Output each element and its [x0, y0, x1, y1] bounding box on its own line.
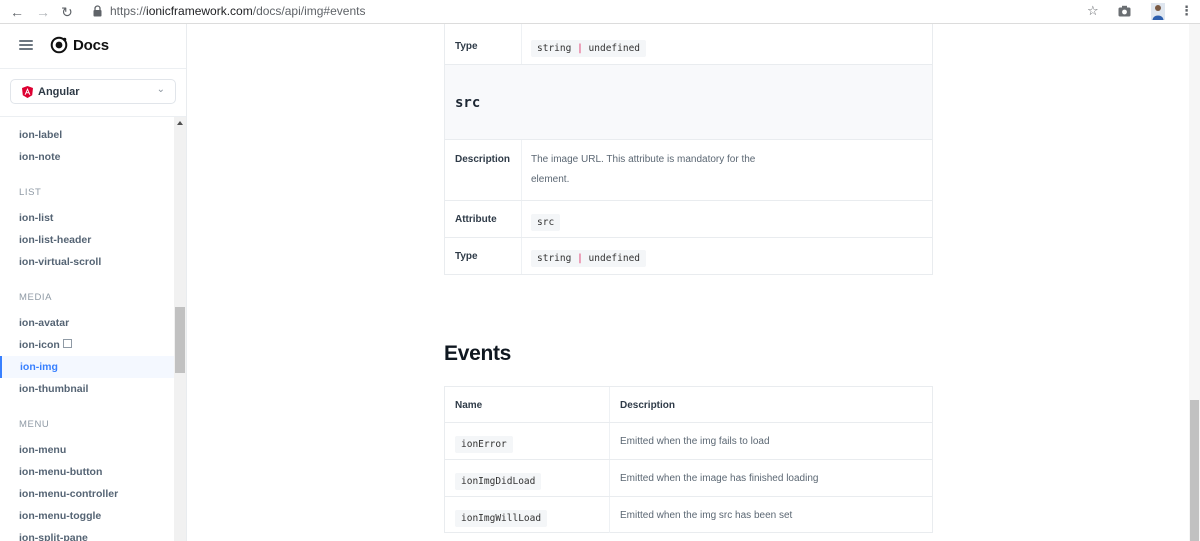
src-type-row: Type string | undefined	[445, 238, 932, 274]
column-separator	[521, 238, 522, 274]
type-label: Type	[455, 251, 478, 262]
description-label: Description	[455, 154, 511, 165]
sidebar-item-ion-virtual-scroll[interactable]: ion-virtual-scroll	[19, 256, 101, 268]
sidebar-item-ion-icon[interactable]: ion-icon	[19, 339, 72, 351]
url-prefix: https://	[110, 4, 147, 18]
sidebar-header: Docs	[0, 24, 186, 69]
event-name-cell: ionError	[455, 434, 513, 453]
event-description: Emitted when the img src has been set	[620, 510, 793, 521]
column-header-description: Description	[620, 400, 676, 411]
url-path: /docs/api/img#events	[252, 4, 366, 18]
reload-icon[interactable]: ↻	[58, 3, 76, 21]
event-name: ionImgDidLoad	[455, 473, 542, 490]
events-heading: Events	[444, 342, 512, 365]
src-property-header: src	[445, 65, 932, 140]
sidebar-item-ion-menu-button[interactable]: ion-menu-button	[19, 466, 102, 478]
property-title-src: src	[455, 95, 481, 111]
sidebar-category-media: MEDIA	[19, 292, 53, 303]
sidebar-item-ion-list[interactable]: ion-list	[19, 212, 53, 224]
event-name: ionImgWillLoad	[455, 510, 548, 527]
column-separator	[609, 423, 610, 459]
column-separator	[609, 387, 610, 422]
sidebar-item-ion-split-pane[interactable]: ion-split-pane	[19, 532, 88, 541]
event-name-cell: ionImgDidLoad	[455, 471, 542, 490]
browser-toolbar: ← → ↻ https://ionicframework.com/docs/ap…	[0, 0, 1200, 24]
event-row: ionError Emitted when the img fails to l…	[445, 423, 932, 460]
event-description: Emitted when the image has finished load…	[620, 473, 819, 484]
events-table-header: Name Description	[445, 387, 932, 423]
sidebar-item-ion-menu[interactable]: ion-menu	[19, 444, 66, 456]
lock-icon	[93, 5, 102, 17]
type-value-b: undefined	[588, 253, 641, 264]
sidebar-category-menu: MENU	[19, 419, 50, 430]
attribute-value: src	[531, 214, 561, 231]
event-name: ionError	[455, 436, 513, 453]
events-table: Name Description ionError Emitted when t…	[444, 386, 933, 533]
sidebar-item-ion-label[interactable]: ion-label	[19, 129, 62, 141]
column-header-name: Name	[455, 400, 483, 411]
address-bar[interactable]: https://ionicframework.com/docs/api/img#…	[110, 4, 365, 18]
prev-type-row: Type string | undefined	[445, 24, 932, 65]
type-code: string | undefined	[531, 248, 647, 267]
sidebar-item-ion-img[interactable]: ion-img	[20, 361, 58, 373]
event-row: ionImgWillLoad Emitted when the img src …	[445, 497, 932, 533]
page-scrollbar-thumb[interactable]	[1190, 400, 1199, 541]
sidebar-item-ion-list-header[interactable]: ion-list-header	[19, 234, 91, 246]
column-separator	[609, 497, 610, 533]
sidebar-item-ion-icon-label: ion-icon	[19, 339, 60, 351]
column-separator	[521, 201, 522, 237]
back-arrow-icon[interactable]: ←	[8, 3, 26, 21]
column-separator	[609, 460, 610, 496]
scroll-up-arrow-icon[interactable]	[177, 121, 183, 125]
sidebar-item-ion-avatar[interactable]: ion-avatar	[19, 317, 69, 329]
type-code: string | undefined	[531, 38, 647, 57]
sidebar-item-ion-menu-controller[interactable]: ion-menu-controller	[19, 488, 118, 500]
framework-selector[interactable]: Angular ⌄	[10, 79, 176, 104]
forward-arrow-icon[interactable]: →	[34, 3, 52, 21]
bookmark-star-icon[interactable]: ☆	[1087, 3, 1099, 19]
src-attribute-row: Attribute src	[445, 201, 932, 238]
type-label: Type	[455, 41, 478, 52]
column-separator	[521, 140, 522, 200]
external-link-icon	[62, 339, 72, 348]
page-scrollbar[interactable]	[1189, 24, 1200, 541]
sidebar-category-list: LIST	[19, 187, 42, 198]
sidebar-scrollbar[interactable]	[174, 117, 186, 541]
type-value-b: undefined	[588, 43, 641, 54]
hamburger-menu-icon[interactable]	[19, 40, 33, 50]
docs-sidebar: Docs Angular ⌄ ion-label ion-note LIST i…	[0, 24, 187, 541]
src-description-row: Description The image URL. This attribut…	[445, 140, 932, 201]
ionic-logo-icon[interactable]	[50, 36, 68, 54]
sidebar-nav-list: ion-label ion-note LIST ion-list ion-lis…	[0, 117, 174, 541]
type-value-a: string	[537, 43, 572, 54]
type-separator: |	[577, 253, 583, 264]
browser-menu-icon[interactable]: ⋮	[1180, 3, 1193, 19]
sidebar-item-ion-thumbnail[interactable]: ion-thumbnail	[19, 383, 88, 395]
src-description-text: The image URL. This attribute is mandato…	[531, 154, 756, 185]
docs-title[interactable]: Docs	[73, 37, 109, 54]
framework-selected-value: Angular	[38, 86, 80, 98]
chevron-down-icon: ⌄	[156, 84, 165, 95]
attribute-label: Attribute	[455, 214, 497, 225]
sidebar-scrollbar-thumb[interactable]	[175, 307, 185, 373]
sidebar-item-ion-menu-toggle[interactable]: ion-menu-toggle	[19, 510, 101, 522]
event-row: ionImgDidLoad Emitted when the image has…	[445, 460, 932, 497]
url-host: ionicframework.com	[146, 4, 253, 18]
properties-table: Type string | undefined src Description …	[444, 24, 933, 275]
sidebar-item-ion-note[interactable]: ion-note	[19, 151, 60, 163]
camera-icon[interactable]	[1118, 5, 1131, 17]
type-separator: |	[577, 43, 583, 54]
column-separator	[521, 24, 522, 64]
event-description: Emitted when the img fails to load	[620, 436, 770, 447]
event-name-cell: ionImgWillLoad	[455, 508, 548, 527]
angular-icon	[22, 86, 33, 98]
type-value-a: string	[537, 253, 572, 264]
attribute-code: src	[531, 212, 561, 231]
profile-avatar-icon[interactable]	[1151, 3, 1165, 20]
